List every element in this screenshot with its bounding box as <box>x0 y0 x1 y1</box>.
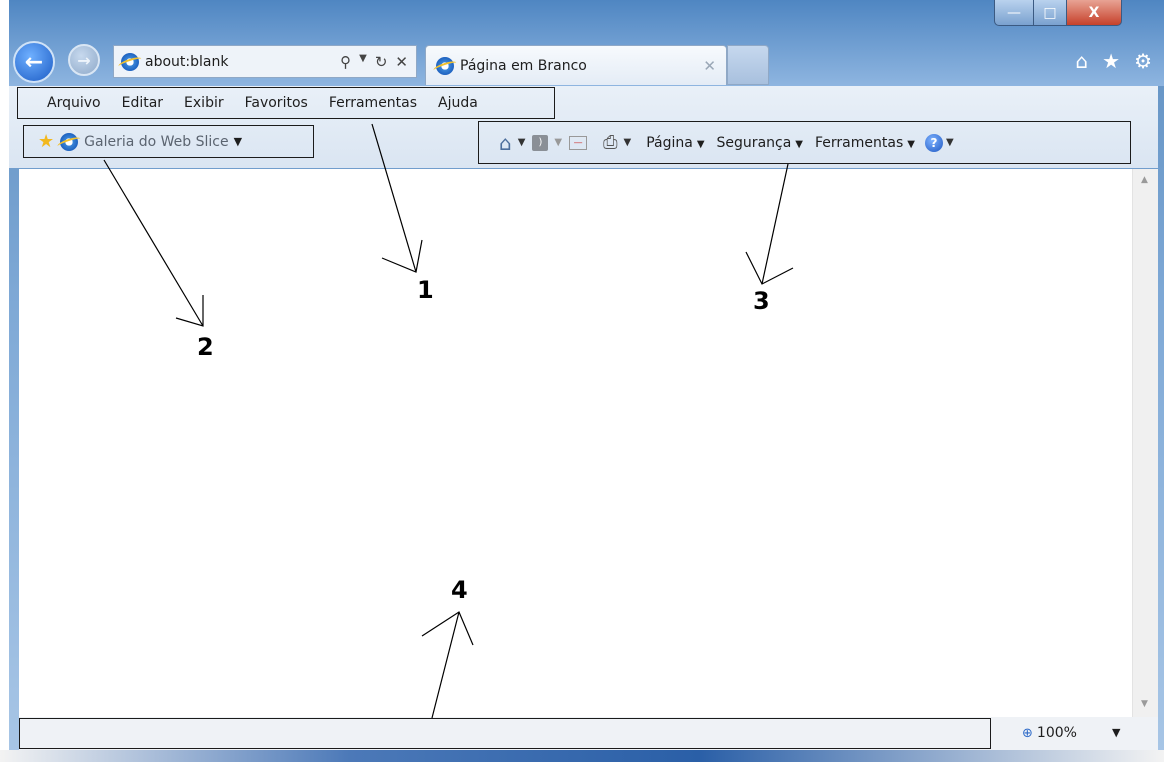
arrow-4 <box>421 611 474 719</box>
annotation-label-1: 1 <box>417 276 434 304</box>
annotation-label-2: 2 <box>197 333 214 361</box>
arrow-1 <box>371 123 423 273</box>
arrow-2 <box>103 159 204 327</box>
annotation-label-4: 4 <box>451 576 468 604</box>
annotation-arrows <box>103 123 794 719</box>
arrow-3 <box>745 163 794 285</box>
annotation-label-3: 3 <box>753 287 770 315</box>
